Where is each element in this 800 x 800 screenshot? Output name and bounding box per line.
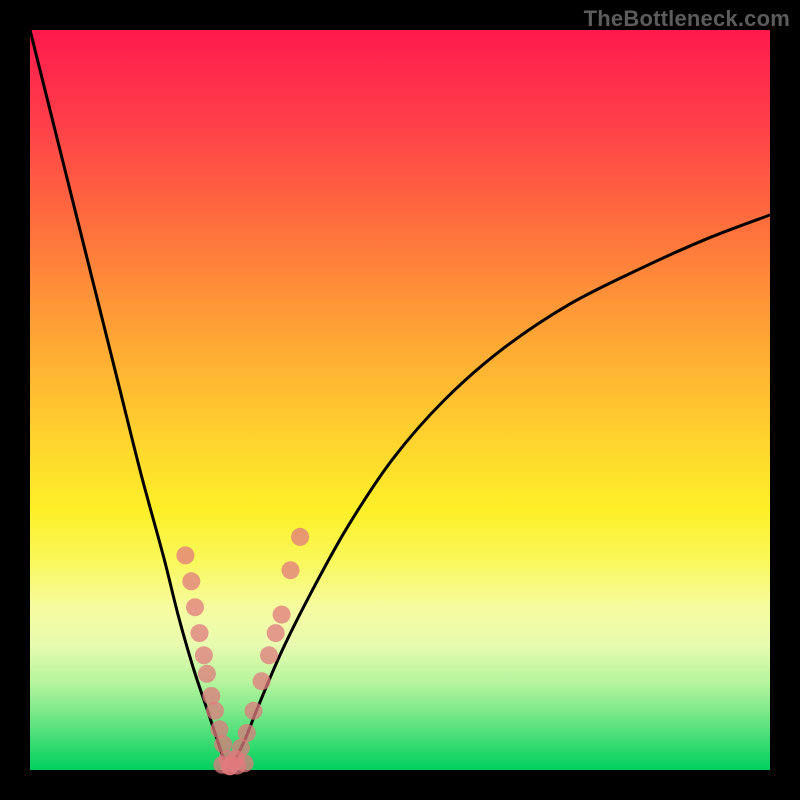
- data-dot: [245, 702, 263, 720]
- data-dot: [273, 606, 291, 624]
- data-dot: [195, 646, 213, 664]
- data-dot: [267, 624, 285, 642]
- data-dot: [260, 646, 278, 664]
- data-dot: [176, 546, 194, 564]
- data-dot: [191, 624, 209, 642]
- plot-area: [30, 30, 770, 770]
- chart-frame: TheBottleneck.com: [0, 0, 800, 800]
- data-dots: [176, 528, 309, 775]
- data-dot: [186, 598, 204, 616]
- data-dot: [291, 528, 309, 546]
- curve-right: [230, 215, 770, 770]
- watermark-text: TheBottleneck.com: [584, 6, 790, 32]
- data-dot: [238, 724, 256, 742]
- data-dot: [198, 665, 216, 683]
- data-dot: [182, 572, 200, 590]
- data-dot: [253, 672, 271, 690]
- curve-layer: [30, 30, 770, 770]
- data-dot: [206, 702, 224, 720]
- data-dot: [282, 561, 300, 579]
- data-dot: [236, 754, 254, 772]
